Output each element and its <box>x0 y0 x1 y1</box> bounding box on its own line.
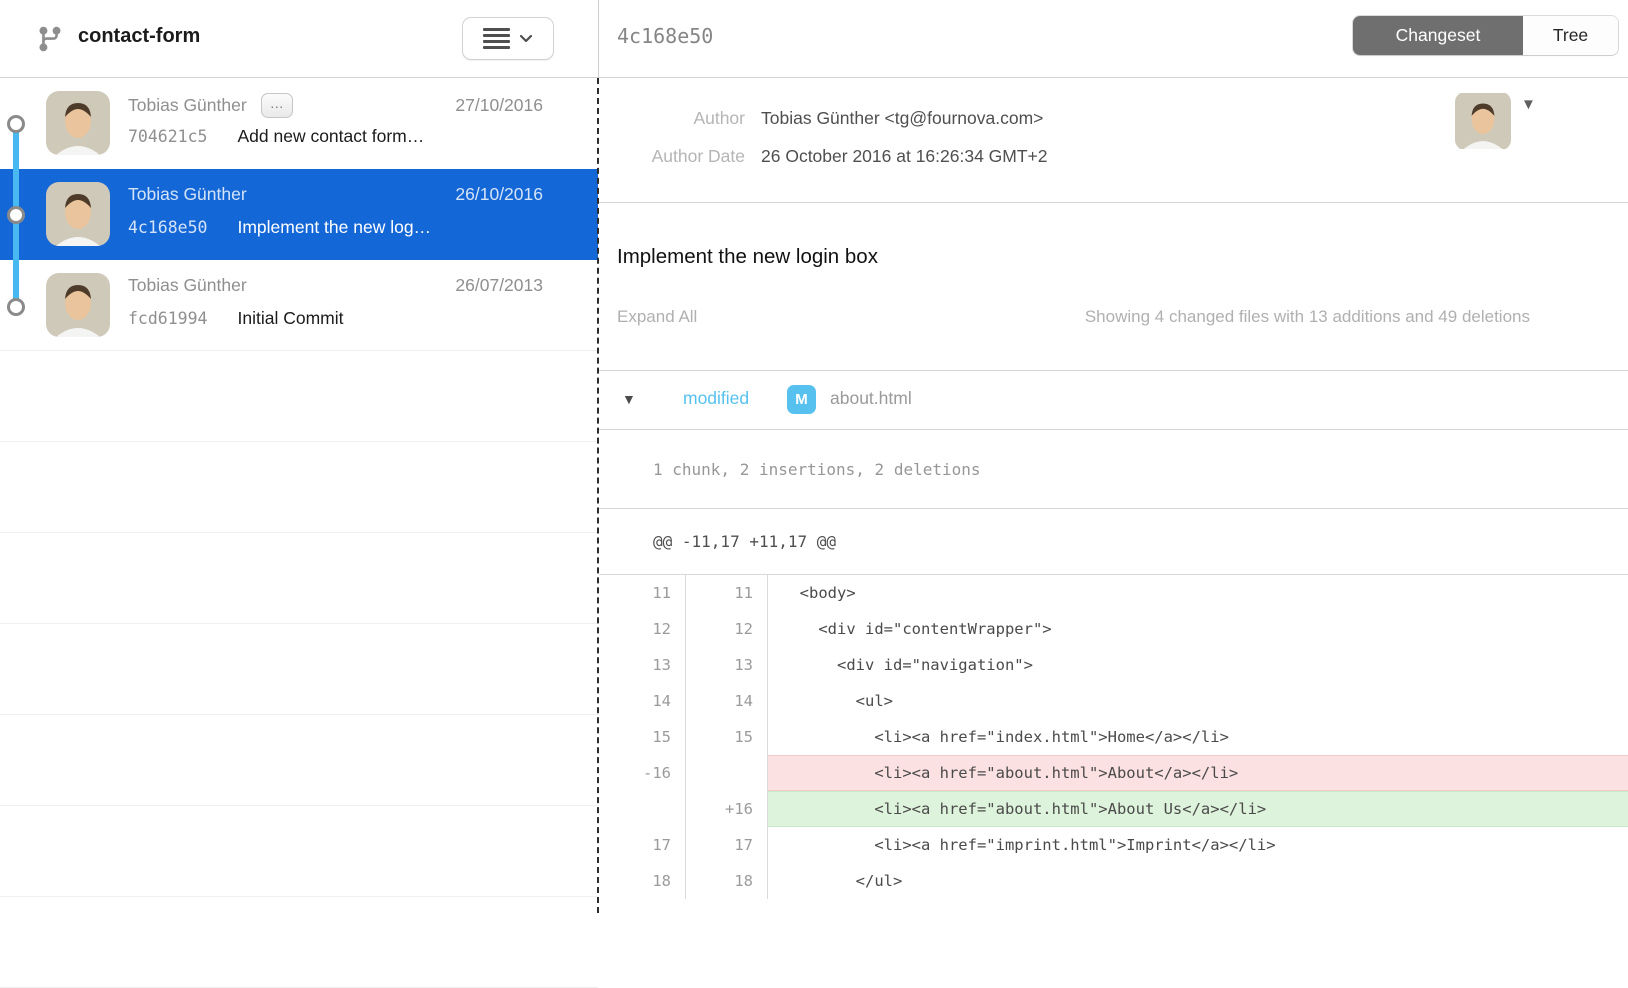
code-text: <div id="navigation"> <box>768 647 1628 683</box>
code-text: <body> <box>768 575 1628 611</box>
empty-list-row <box>0 351 598 442</box>
author-date-value: 26 October 2016 at 16:26:34 GMT+2 <box>761 146 1048 167</box>
empty-list-row <box>0 806 598 897</box>
avatar <box>1455 92 1511 150</box>
commit-hash: fcd61994 <box>128 309 207 328</box>
commit-sidebar: contact-form Tobias Günther … 27/10/2016… <box>0 0 598 913</box>
more-badge[interactable]: … <box>261 93 293 118</box>
view-mode-segmented-control: Changeset Tree <box>1353 16 1618 55</box>
code-text: <li><a href="about.html">About Us</a></l… <box>768 791 1628 827</box>
old-line-number: 12 <box>599 611 686 647</box>
changeset-panel: 4c168e50 Changeset Tree Author Tobias Gü… <box>599 0 1628 913</box>
commit-hash: 4c168e50 <box>128 218 207 237</box>
tab-tree[interactable]: Tree <box>1523 16 1618 55</box>
new-line-number: 13 <box>686 647 768 683</box>
commit-graph-node <box>7 298 25 316</box>
changed-files-summary: Showing 4 changed files with 13 addition… <box>1085 307 1530 327</box>
avatar <box>46 91 110 155</box>
commit-author: Tobias Günther <box>128 95 247 116</box>
commit-row-704621c5[interactable]: Tobias Günther … 27/10/2016 704621c5 Add… <box>0 78 598 169</box>
empty-list-row <box>0 715 598 806</box>
commit-date: 27/10/2016 <box>455 95 543 116</box>
branch-title: contact-form <box>78 25 200 48</box>
empty-list-row <box>0 624 598 715</box>
pane-divider[interactable] <box>597 78 599 913</box>
code-text: <li><a href="imprint.html">Imprint</a></… <box>768 827 1628 863</box>
commit-row-4c168e50-selected[interactable]: Tobias Günther 26/10/2016 4c168e50 Imple… <box>0 169 598 260</box>
commit-message: Add new contact form… <box>237 126 424 147</box>
diff-view: 1111 <body> 1212 <div id="contentWrapper… <box>599 575 1628 899</box>
chevron-down-icon <box>519 34 533 43</box>
avatar-dropdown-icon[interactable]: ▼ <box>1521 96 1536 113</box>
new-line-number: +16 <box>686 791 768 827</box>
sidebar-header: contact-form <box>0 0 598 78</box>
old-line-number: 18 <box>599 863 686 899</box>
empty-list-row <box>0 442 598 533</box>
commit-message-section: Implement the new login box Expand All S… <box>599 203 1628 371</box>
empty-list-row <box>0 897 598 988</box>
file-name: about.html <box>830 388 912 409</box>
commit-date: 26/10/2016 <box>455 184 543 205</box>
code-text: <div id="contentWrapper"> <box>768 611 1628 647</box>
expand-all-button[interactable]: Expand All <box>617 307 697 327</box>
commit-row-fcd61994[interactable]: Tobias Günther 26/07/2013 fcd61994 Initi… <box>0 260 598 351</box>
commit-hash: 704621c5 <box>128 127 207 146</box>
diff-line: 1515 <li><a href="index.html">Home</a></… <box>599 719 1628 755</box>
commit-author: Tobias Günther <box>128 184 247 205</box>
tab-changeset[interactable]: Changeset <box>1353 16 1523 55</box>
file-status: modified <box>683 388 749 409</box>
chunk-info: 1 chunk, 2 insertions, 2 deletions <box>599 430 1628 509</box>
modified-badge: M <box>787 385 816 414</box>
diff-line: 1414 <ul> <box>599 683 1628 719</box>
main-header: 4c168e50 Changeset Tree <box>599 0 1628 78</box>
diff-line: 1717 <li><a href="imprint.html">Imprint<… <box>599 827 1628 863</box>
code-text: </ul> <box>768 863 1628 899</box>
pane-divider-top <box>598 0 599 78</box>
file-header-row[interactable]: ▼ modified M about.html <box>599 371 1628 430</box>
new-line-number: 18 <box>686 863 768 899</box>
author-label: Author <box>599 108 745 129</box>
old-line-number: 11 <box>599 575 686 611</box>
code-text: <ul> <box>768 683 1628 719</box>
commit-date: 26/07/2013 <box>455 275 543 296</box>
commit-graph-node <box>7 206 25 224</box>
diff-line-deletion: -16 <li><a href="about.html">About</a></… <box>599 755 1628 791</box>
code-text: <li><a href="index.html">Home</a></li> <box>768 719 1628 755</box>
diff-line: 1212 <div id="contentWrapper"> <box>599 611 1628 647</box>
new-line-number: 12 <box>686 611 768 647</box>
old-line-number: 13 <box>599 647 686 683</box>
avatar <box>46 182 110 246</box>
commit-author: Tobias Günther <box>128 275 247 296</box>
new-line-number: 11 <box>686 575 768 611</box>
old-line-number: 14 <box>599 683 686 719</box>
commit-meta-section: Author Tobias Günther <tg@fournova.com> … <box>599 78 1628 203</box>
code-text: <li><a href="about.html">About</a></li> <box>768 755 1628 791</box>
author-value: Tobias Günther <tg@fournova.com> <box>761 108 1043 129</box>
hunk-header: @@ -11,17 +11,17 @@ <box>599 509 1628 575</box>
old-line-number: 17 <box>599 827 686 863</box>
old-line-number <box>599 791 686 827</box>
commit-message: Implement the new log… <box>237 217 431 238</box>
avatar <box>46 273 110 337</box>
diff-line: 1313 <div id="navigation"> <box>599 647 1628 683</box>
new-line-number: 17 <box>686 827 768 863</box>
new-line-number: 14 <box>686 683 768 719</box>
commit-hash-title: 4c168e50 <box>617 24 713 48</box>
new-line-number: 15 <box>686 719 768 755</box>
diff-line: 1818 </ul> <box>599 863 1628 899</box>
git-branch-icon <box>36 24 64 54</box>
diff-line-addition: +16 <li><a href="about.html">About Us</a… <box>599 791 1628 827</box>
list-options-button[interactable] <box>462 17 554 60</box>
empty-list-row <box>0 533 598 624</box>
new-line-number <box>686 755 768 791</box>
commit-message: Initial Commit <box>237 308 343 329</box>
diff-line: 1111 <body> <box>599 575 1628 611</box>
old-line-number: -16 <box>599 755 686 791</box>
commit-graph-node <box>7 115 25 133</box>
commit-message-title: Implement the new login box <box>617 245 878 269</box>
list-menu-icon <box>483 28 510 49</box>
author-date-label: Author Date <box>599 146 745 167</box>
disclosure-triangle-icon[interactable]: ▼ <box>622 391 636 407</box>
old-line-number: 15 <box>599 719 686 755</box>
